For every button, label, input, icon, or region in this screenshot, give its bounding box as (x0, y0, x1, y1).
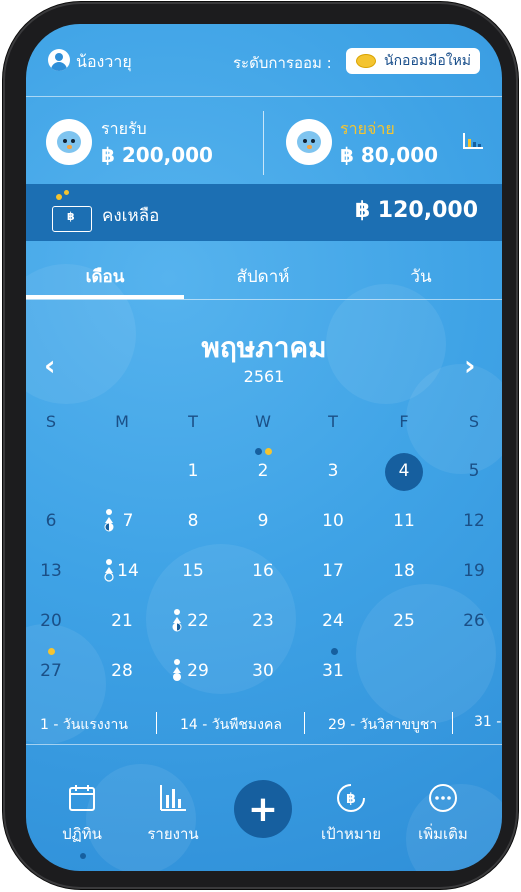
calendar-day[interactable]: 6 (31, 511, 71, 531)
wallet-coin-dot (64, 190, 69, 195)
user-icon[interactable] (48, 49, 70, 71)
nav-more[interactable]: เพิ่มเติม (408, 782, 478, 846)
username[interactable]: น้องวายุ (76, 50, 132, 75)
income-expense-summary: รายรับ ฿ 200,000 รายจ่าย ฿ 80,000 (26, 97, 502, 184)
calendar-day[interactable]: 14 (108, 561, 148, 581)
weekday-fri: F (399, 412, 409, 431)
phone-frame: น้องวายุ ระดับการออม : นักออมมือใหม่ ราย… (3, 2, 518, 889)
calendar-day[interactable]: 7 (108, 511, 148, 531)
calendar-day[interactable]: 11 (384, 511, 424, 531)
active-nav-dot (80, 853, 86, 859)
calendar-day[interactable]: 23 (243, 611, 283, 631)
calendar-day[interactable]: 28 (102, 661, 142, 681)
weekday-wed: W (255, 412, 271, 431)
calendar-day[interactable]: 13 (31, 561, 71, 581)
calendar-day[interactable]: 21 (102, 611, 142, 631)
calendar-day[interactable]: 18 (384, 561, 424, 581)
calendar-day[interactable]: 2 (243, 461, 283, 481)
calendar-day[interactable]: 3 (313, 461, 353, 481)
weekday-tue: T (188, 412, 198, 431)
calendar-day[interactable]: 27 (31, 661, 71, 681)
bar-chart-icon (160, 785, 186, 811)
wallet-coin-dot (56, 194, 62, 200)
calendar-day[interactable]: 19 (454, 561, 494, 581)
baht-target-icon: ฿ (337, 784, 365, 812)
calendar-day[interactable]: 22 (178, 611, 218, 631)
weekday-sat: S (468, 412, 480, 431)
event-dot (255, 448, 262, 455)
calendar-icon (69, 785, 95, 811)
holiday-separator (304, 712, 305, 734)
calendar-day[interactable]: 16 (243, 561, 283, 581)
year-label: 2561 (243, 367, 285, 386)
savings-level-value: นักออมมือใหม่ (384, 53, 472, 69)
active-tab-indicator (26, 295, 184, 299)
calendar-day[interactable]: 15 (173, 561, 213, 581)
calendar-day[interactable]: 1 (173, 461, 213, 481)
event-dot (265, 448, 272, 455)
event-dot (48, 648, 55, 655)
calendar-day[interactable]: 17 (313, 561, 353, 581)
income-value: ฿ 200,000 (101, 143, 213, 167)
holiday-item: 14 - วันพืชมงคล (180, 717, 282, 733)
next-month-button[interactable]: › (464, 349, 476, 382)
tab-month[interactable]: เดือน (26, 263, 184, 290)
nav-calendar-label: ปฏิทิน (62, 825, 102, 843)
weekday-thu: T (328, 412, 338, 431)
calendar-day[interactable]: 12 (454, 511, 494, 531)
nav-report-label: รายงาน (147, 825, 199, 843)
holiday-separator (452, 712, 453, 734)
savings-level-badge[interactable]: นักออมมือใหม่ (346, 48, 480, 74)
nav-more-label: เพิ่มเติม (418, 825, 468, 843)
coin-icon (356, 54, 376, 68)
income-label: รายรับ (101, 119, 147, 138)
calendar-day[interactable]: 8 (173, 511, 213, 531)
savings-level-label: ระดับการออม : (233, 54, 332, 72)
app-screen: น้องวายุ ระดับการออม : นักออมมือใหม่ ราย… (26, 24, 502, 871)
calendar-day[interactable]: 20 (31, 611, 71, 631)
calendar-day[interactable]: 24 (313, 611, 353, 631)
calendar-day[interactable]: 30 (243, 661, 283, 681)
wallet-icon: ฿ (52, 206, 92, 232)
view-tabs: เดือน สัปดาห์ วัน (26, 241, 502, 300)
calendar-day[interactable]: 29 (178, 661, 218, 681)
holiday-separator (156, 712, 157, 734)
more-icon (429, 784, 457, 812)
holiday-item: 1 - วันแรงงาน (40, 717, 128, 733)
top-bar: น้องวายุ ระดับการออม : นักออมมือใหม่ (26, 24, 502, 97)
weekday-mon: M (115, 412, 129, 431)
calendar-day[interactable]: 31 (313, 661, 353, 681)
calendar-day[interactable]: 9 (243, 511, 283, 531)
tab-day[interactable]: วัน (342, 263, 500, 290)
calendar-day[interactable]: 5 (454, 461, 494, 481)
nav-goal[interactable]: ฿ เป้าหมาย (316, 782, 386, 846)
expense-mascot-icon (286, 119, 332, 165)
balance-label: คงเหลือ (102, 206, 160, 226)
holiday-item: 31 - (474, 714, 502, 730)
nav-goal-label: เป้าหมาย (320, 825, 382, 843)
calendar-day-selected[interactable]: 4 (384, 461, 424, 481)
report-chart-icon[interactable] (462, 131, 484, 151)
weekday-sun: S (45, 412, 57, 431)
tab-week[interactable]: สัปดาห์ (184, 263, 342, 290)
nav-calendar[interactable]: ปฏิทิน (47, 782, 117, 846)
holiday-strip[interactable]: 1 - วันแรงงาน 14 - วันพืชมงคล 29 - วันวิ… (26, 702, 502, 745)
calendar-day[interactable]: 10 (313, 511, 353, 531)
balance-value: ฿ 120,000 (354, 198, 478, 223)
income-mascot-icon (46, 119, 92, 165)
holiday-item: 29 - วันวิสาขบูชา (328, 717, 438, 733)
month-title: พฤษภาคม (201, 331, 327, 364)
svg-text:฿: ฿ (346, 791, 356, 807)
balance-bar: ฿ คงเหลือ ฿ 120,000 (26, 184, 502, 241)
summary-divider (263, 111, 264, 175)
add-transaction-button[interactable]: + (234, 780, 292, 838)
calendar-day[interactable]: 25 (384, 611, 424, 631)
event-dot (331, 648, 338, 655)
expense-label: รายจ่าย (340, 119, 395, 138)
calendar-day[interactable]: 26 (454, 611, 494, 631)
nav-report[interactable]: รายงาน (138, 782, 208, 846)
expense-value: ฿ 80,000 (340, 143, 439, 167)
